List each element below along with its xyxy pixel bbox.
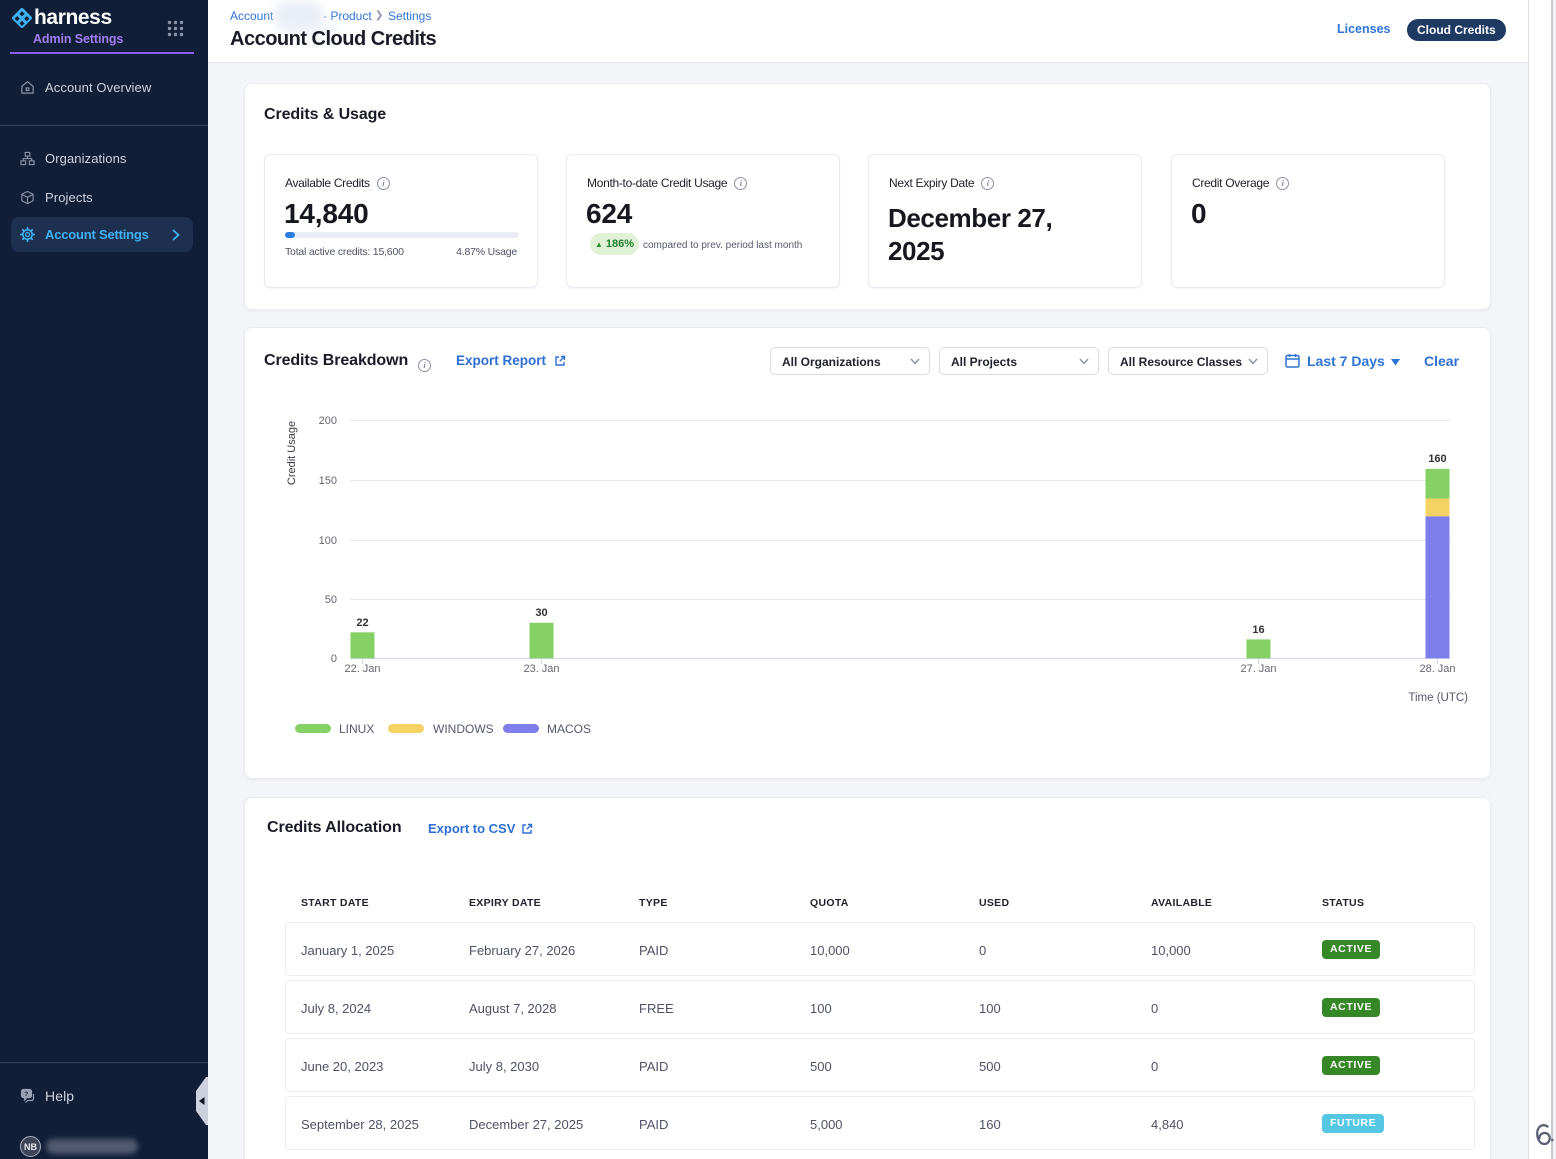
svg-text:22. Jan: 22. Jan bbox=[344, 663, 380, 675]
svg-text:27. Jan: 27. Jan bbox=[1240, 663, 1276, 675]
svg-text:30: 30 bbox=[535, 607, 547, 619]
svg-text:22: 22 bbox=[356, 617, 368, 629]
svg-text:28. Jan: 28. Jan bbox=[1419, 663, 1455, 675]
svg-text:100: 100 bbox=[319, 535, 337, 547]
svg-text:0: 0 bbox=[331, 653, 337, 665]
svg-text:200: 200 bbox=[319, 415, 337, 427]
svg-text:23. Jan: 23. Jan bbox=[523, 663, 559, 675]
svg-text:160: 160 bbox=[1428, 453, 1446, 465]
svg-text:WINDOWS: WINDOWS bbox=[433, 722, 494, 736]
svg-text:16: 16 bbox=[1252, 624, 1264, 636]
svg-text:?: ? bbox=[24, 1091, 28, 1098]
svg-text:LINUX: LINUX bbox=[339, 722, 374, 736]
svg-text:150: 150 bbox=[319, 475, 337, 487]
svg-text:Time (UTC): Time (UTC) bbox=[1408, 692, 1468, 704]
svg-text:MACOS: MACOS bbox=[547, 722, 591, 736]
svg-text:Credit Usage: Credit Usage bbox=[286, 421, 298, 485]
svg-text:50: 50 bbox=[325, 594, 337, 606]
